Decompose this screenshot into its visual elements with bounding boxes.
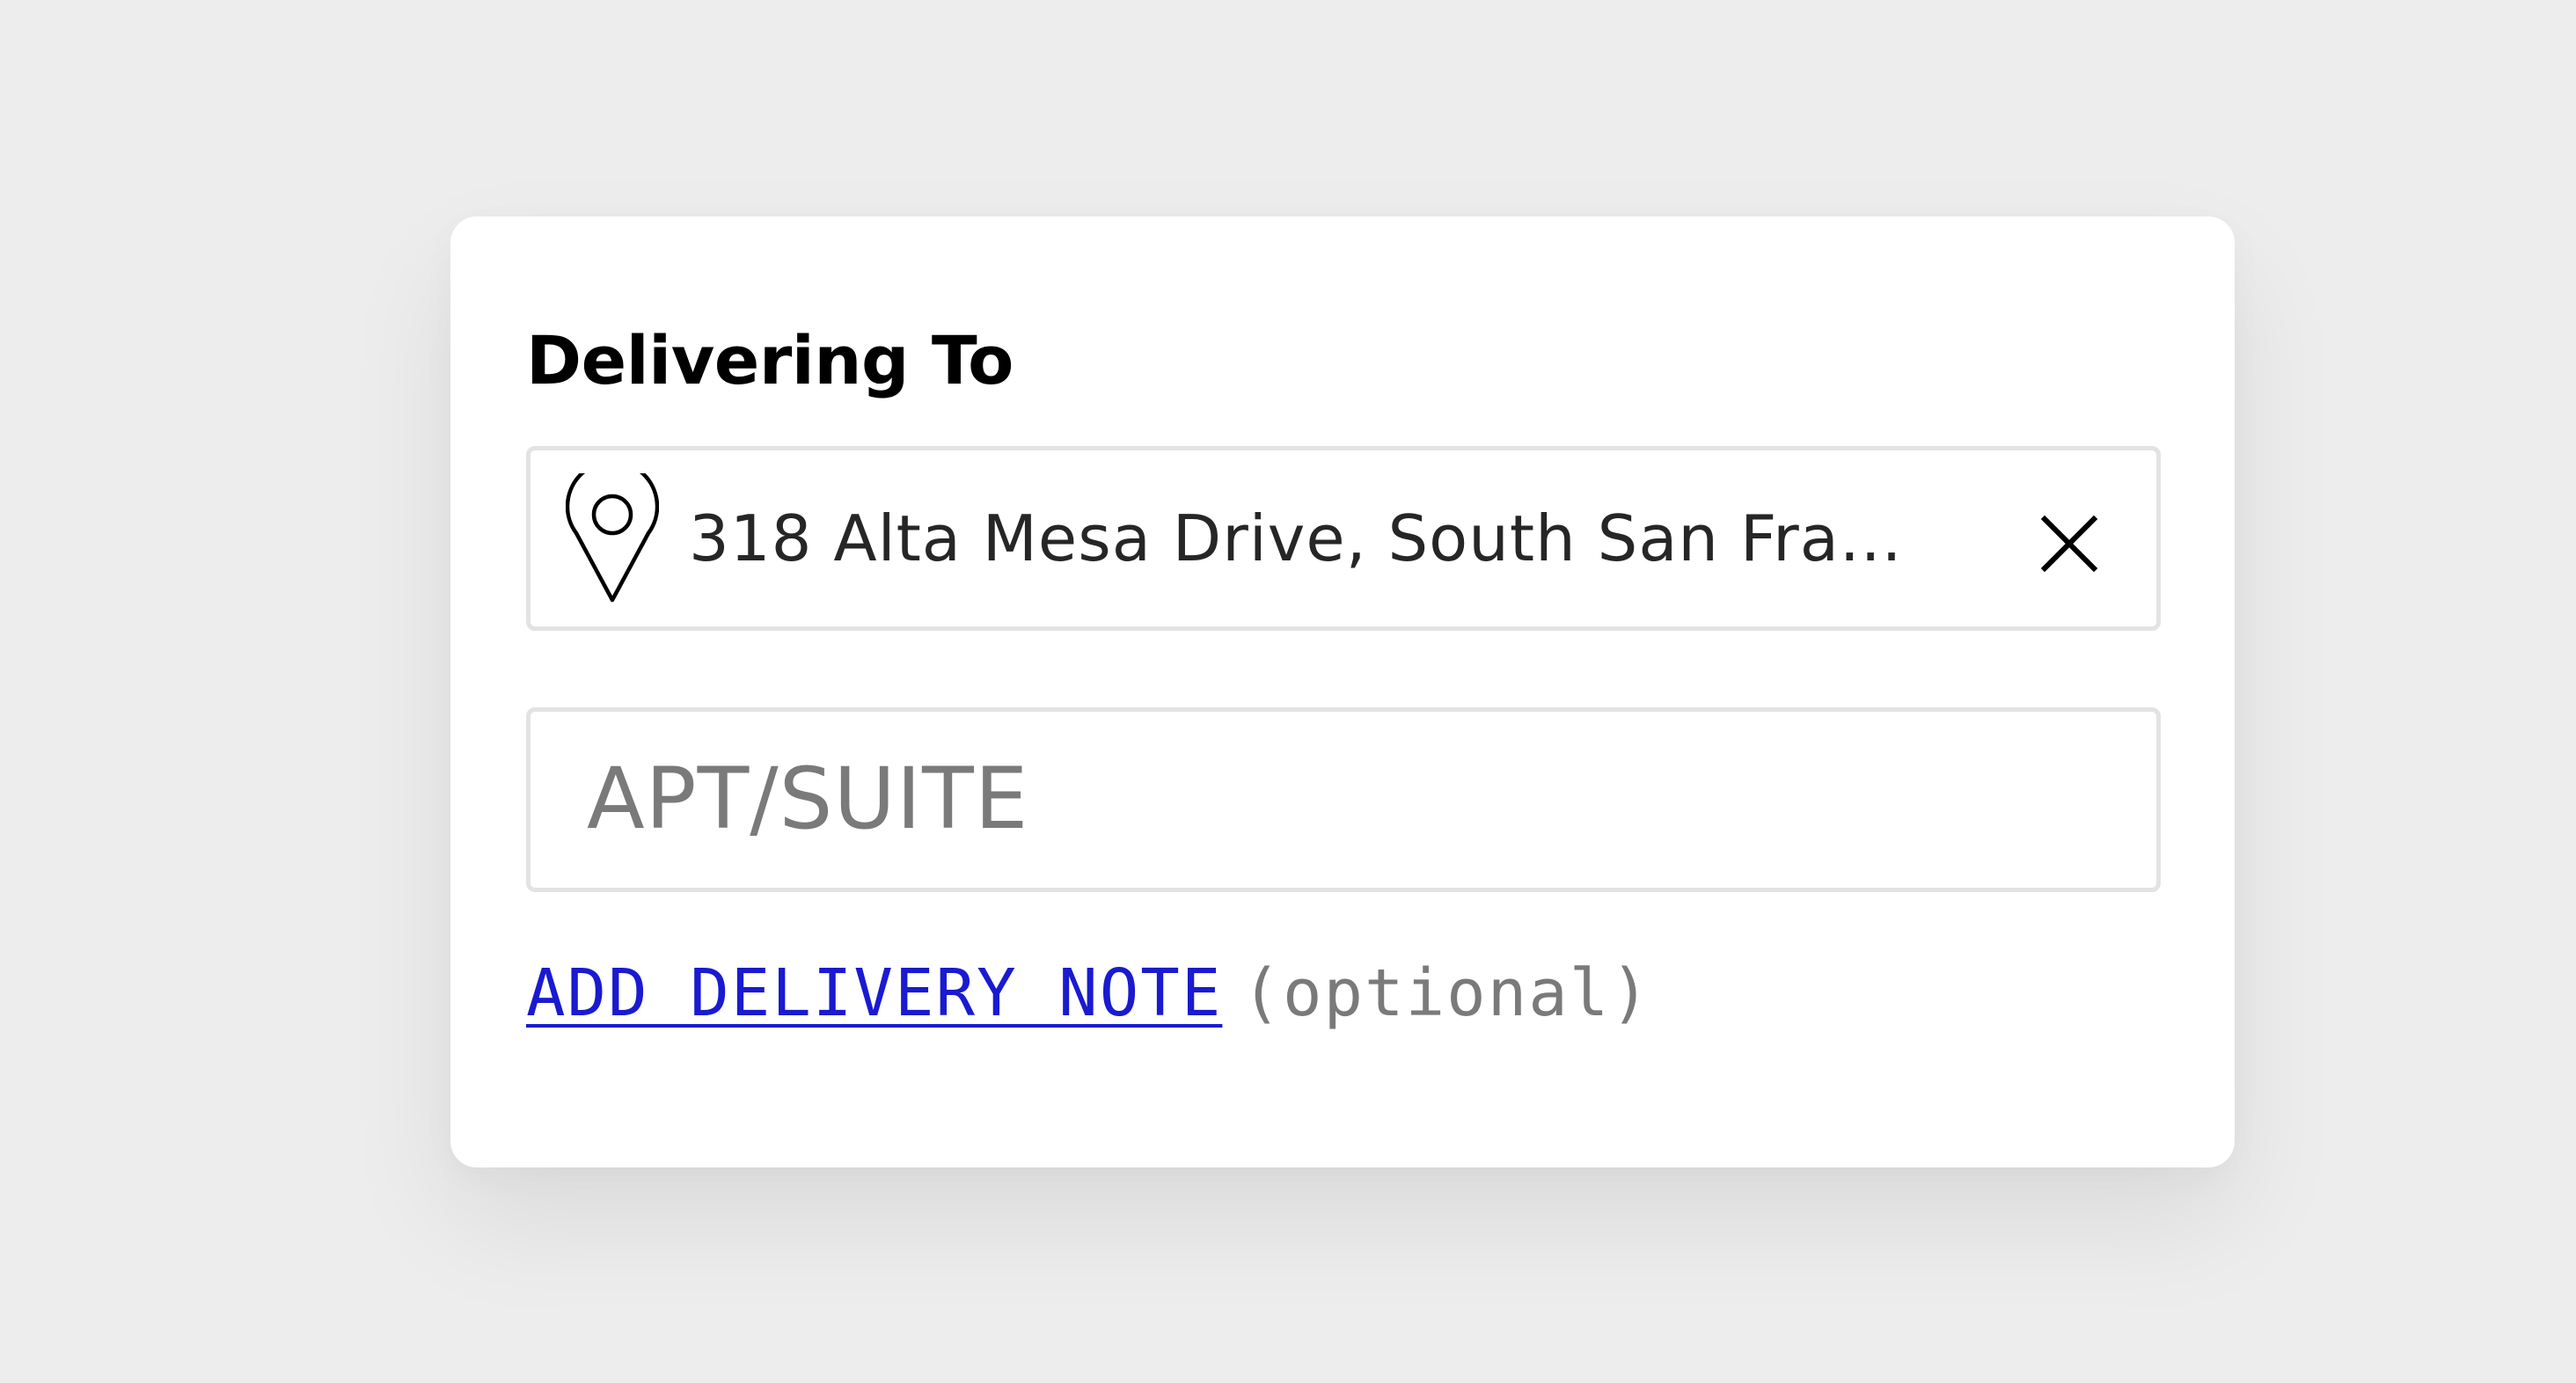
address-value[interactable]: 318 Alta Mesa Drive, South San Fra... (689, 494, 1956, 582)
map-pin-icon (566, 473, 659, 603)
delivery-card: Delivering To 318 Alta Mesa Drive, South… (450, 216, 2235, 1167)
delivering-to-heading: Delivering To (526, 321, 1014, 399)
close-icon[interactable] (2038, 512, 2101, 575)
apt-suite-field[interactable] (526, 707, 2161, 892)
apt-suite-input[interactable] (587, 742, 2082, 856)
delivery-note-row: ADD DELIVERY NOTE (optional) (526, 954, 1651, 1033)
address-field[interactable]: 318 Alta Mesa Drive, South San Fra... (526, 446, 2161, 631)
add-delivery-note-link[interactable]: ADD DELIVERY NOTE (526, 955, 1222, 1031)
optional-label: (optional) (1241, 955, 1651, 1031)
